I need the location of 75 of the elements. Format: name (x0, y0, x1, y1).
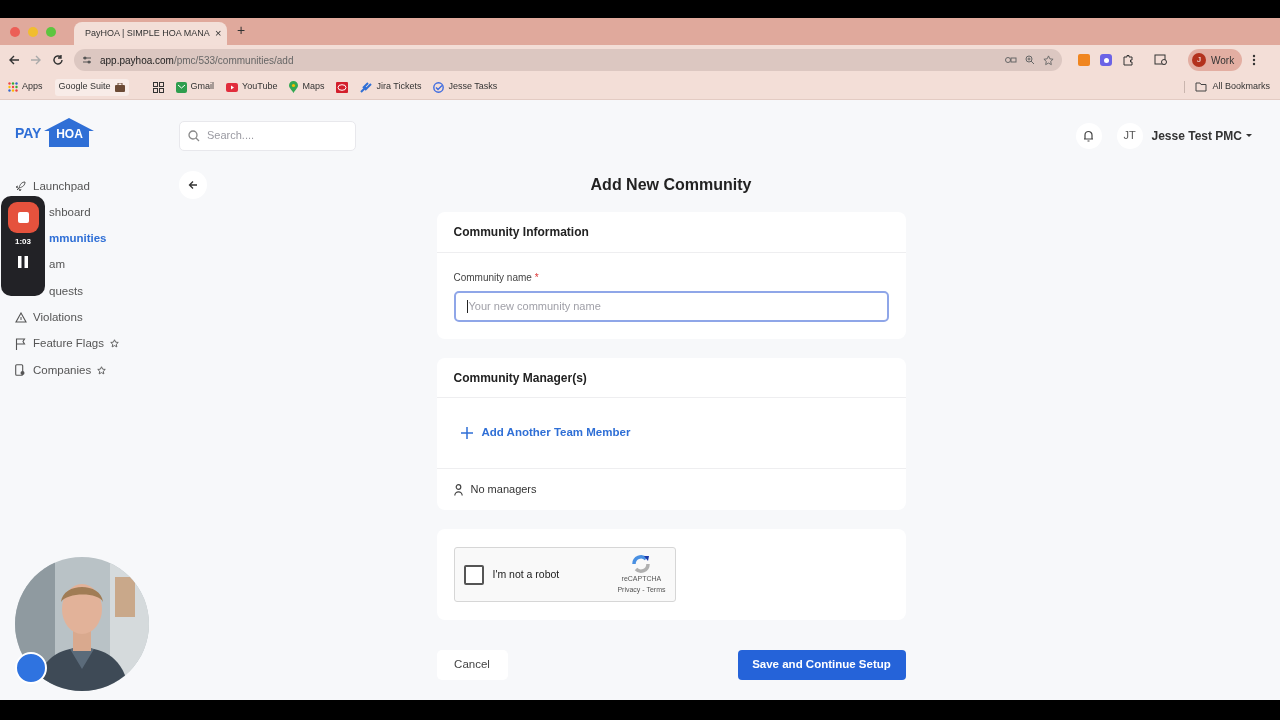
sidebar-item[interactable]: quests (49, 282, 83, 300)
flag-icon (15, 337, 26, 350)
bookmark[interactable]: Gmail (175, 80, 215, 94)
emblem-icon[interactable] (336, 81, 349, 93)
plus-icon (460, 427, 473, 439)
star-icon[interactable] (1043, 54, 1054, 66)
back-arrow-icon (188, 180, 198, 190)
pause-icon[interactable] (18, 256, 28, 268)
card-title: Community Manager(s) (453, 369, 587, 387)
bookmark[interactable]: Google Suite (54, 78, 129, 96)
bookmark[interactable]: Apps (8, 80, 43, 94)
profile-button[interactable]: J Work (1188, 49, 1243, 71)
check-circle-icon (433, 81, 445, 93)
stop-recording-button[interactable] (7, 202, 39, 233)
new-tab-button[interactable]: + (237, 20, 246, 41)
address-bar[interactable]: app.payhoa.com/pmc/533/communities/add (74, 49, 1062, 71)
back-button[interactable] (179, 171, 207, 199)
grid-icon[interactable] (152, 81, 164, 93)
puzzle-icon[interactable] (1122, 54, 1134, 66)
bookmark[interactable]: Jira Tickets (360, 80, 422, 94)
tune-icon[interactable] (82, 55, 92, 65)
bookmark[interactable]: YouTube (226, 80, 278, 94)
building-icon (15, 364, 25, 377)
notification-button[interactable] (1075, 122, 1102, 149)
folder-icon (1195, 82, 1208, 92)
profile-avatar: J (1192, 53, 1206, 67)
play-icon (226, 82, 239, 92)
key-icon[interactable] (1005, 56, 1017, 64)
star-icon[interactable] (97, 365, 107, 375)
apps-grid-icon (8, 82, 18, 92)
sidebar-item[interactable]: Launchpad (33, 177, 90, 195)
sidebar-item[interactable]: shboard (49, 203, 91, 222)
page-title: Add New Community (590, 175, 752, 195)
user-menu[interactable]: Jesse Test PMC (1151, 126, 1252, 145)
card-title: Community Information (453, 224, 589, 241)
chat-bubble-icon[interactable] (15, 652, 47, 684)
bookmark[interactable]: Maps (289, 80, 325, 94)
url-text: app.payhoa.com/pmc/533/communities/add (100, 53, 295, 68)
tab-search-icon[interactable] (1154, 54, 1168, 66)
envelope-icon (175, 81, 187, 93)
field-label: Community name * (453, 271, 540, 285)
person-icon (453, 483, 463, 496)
reload-icon[interactable] (52, 54, 64, 66)
checkbox[interactable] (463, 564, 484, 585)
zoom-icon[interactable] (1025, 55, 1035, 65)
sidebar-item[interactable]: mmunities (49, 230, 107, 248)
sidebar-item[interactable]: Companies (33, 361, 92, 379)
back-icon[interactable] (8, 54, 20, 66)
empty-message: No managers (470, 482, 537, 498)
star-icon[interactable] (109, 339, 119, 349)
bookmark[interactable]: Jesse Tasks (433, 80, 498, 94)
sidebar-item[interactable]: Violations (33, 309, 83, 327)
checkbox-label: I'm not a robot (492, 566, 561, 582)
tab-close-button[interactable]: × (214, 25, 222, 42)
briefcase-icon (114, 82, 125, 92)
logo[interactable]: PAY HOA (15, 117, 170, 147)
cancel-button[interactable]: Cancel (436, 650, 508, 680)
profile-label: Work (1211, 53, 1235, 68)
sidebar-item[interactable]: am (49, 256, 65, 274)
warning-icon (15, 312, 27, 324)
menu-icon[interactable] (1252, 54, 1257, 66)
save-button[interactable]: Save and Continue Setup (737, 650, 906, 680)
map-pin-icon (289, 81, 299, 93)
bell-icon (1083, 129, 1094, 142)
all-bookmarks-button[interactable]: All Bookmarks (1195, 80, 1270, 94)
captcha-logo-icon (630, 554, 653, 574)
add-member-link[interactable]: Add Another Team Member (460, 424, 631, 442)
user-avatar[interactable]: JT (1116, 122, 1143, 149)
caret-icon (1246, 133, 1252, 138)
tab-title: PayHOA | SIMPLE HOA MANA (85, 26, 210, 40)
recording-timer: 1:03 (15, 236, 31, 248)
browser-tab[interactable]: PayHOA | SIMPLE HOA MANA × (74, 22, 227, 45)
search-icon (188, 129, 200, 142)
extension-icon[interactable] (1100, 54, 1112, 66)
sidebar-item[interactable]: Feature Flags (33, 335, 104, 353)
